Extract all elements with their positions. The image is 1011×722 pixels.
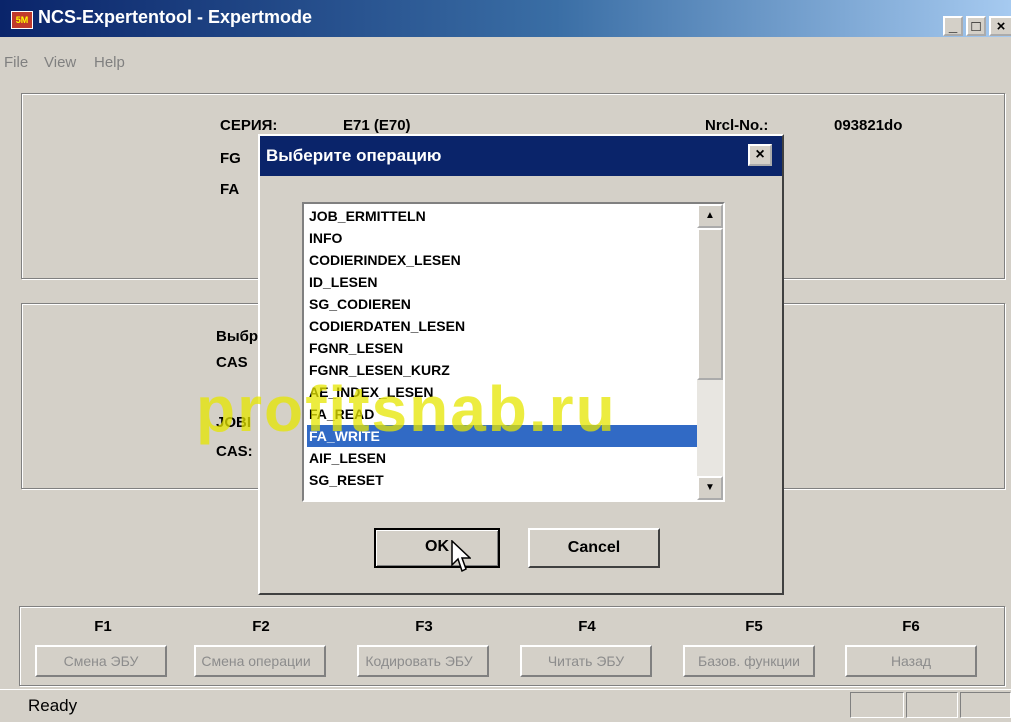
title-bar[interactable]: 5M NCS-Expertentool - Expertmode bbox=[0, 0, 1011, 37]
cas-value-label: CAS: bbox=[216, 443, 253, 460]
list-item[interactable]: INFO bbox=[307, 227, 697, 249]
series-value: E71 (E70) bbox=[343, 117, 411, 134]
f3-label: F3 bbox=[415, 618, 433, 635]
list-item[interactable]: FGNR_LESEN bbox=[307, 337, 697, 359]
minimize-button[interactable]: _ bbox=[943, 16, 963, 36]
list-item[interactable]: FGNR_LESEN_KURZ bbox=[307, 359, 697, 381]
change-operation-button[interactable]: Смена операции bbox=[194, 645, 326, 677]
status-panel-1 bbox=[850, 692, 904, 718]
select-operation-dialog: Выберите операцию × JOB_ERMITTELN INFO C… bbox=[258, 134, 784, 595]
read-ecu-button[interactable]: Читать ЭБУ bbox=[520, 645, 652, 677]
mouse-cursor-icon bbox=[451, 540, 471, 573]
ok-button[interactable]: OK bbox=[374, 528, 500, 568]
f1-label: F1 bbox=[94, 618, 112, 635]
list-item[interactable]: CODIERDATEN_LESEN bbox=[307, 315, 697, 337]
dialog-title: Выберите операцию bbox=[266, 146, 442, 165]
scroll-thumb[interactable] bbox=[697, 228, 723, 380]
code-ecu-button[interactable]: Кодировать ЭБУ bbox=[357, 645, 489, 677]
cancel-button[interactable]: Cancel bbox=[528, 528, 660, 568]
dialog-close-button[interactable]: × bbox=[748, 144, 772, 166]
cas-label: CAS bbox=[216, 354, 248, 371]
close-button[interactable]: × bbox=[989, 16, 1011, 36]
status-panel-2 bbox=[906, 692, 958, 718]
change-ecu-button[interactable]: Смена ЭБУ bbox=[35, 645, 167, 677]
status-text: Ready bbox=[28, 696, 78, 715]
app-icon: 5M bbox=[11, 11, 33, 29]
nrcl-value: 093821do bbox=[834, 117, 903, 134]
scroll-up-button[interactable]: ▲ bbox=[697, 204, 723, 228]
list-scrollbar[interactable]: ▲ ▼ bbox=[697, 204, 723, 500]
nrcl-label: Nrcl-No.: bbox=[705, 117, 769, 134]
list-item[interactable]: AIF_LESEN bbox=[307, 447, 697, 469]
list-item[interactable]: SG_RESET bbox=[307, 469, 697, 491]
window-title: NCS-Expertentool - Expertmode bbox=[38, 7, 313, 27]
dialog-title-bar[interactable]: Выберите операцию × bbox=[260, 136, 782, 176]
menu-help[interactable]: Help bbox=[94, 54, 125, 71]
list-item[interactable]: CODIERINDEX_LESEN bbox=[307, 249, 697, 271]
job-label: JOBI bbox=[216, 414, 252, 431]
series-label: СЕРИЯ: bbox=[220, 117, 278, 134]
list-item[interactable]: FA_READ bbox=[307, 403, 697, 425]
list-item-selected[interactable]: FA_WRITE bbox=[307, 425, 697, 447]
select-label: Выбр bbox=[216, 328, 259, 345]
f2-label: F2 bbox=[252, 618, 270, 635]
maximize-button[interactable]: □ bbox=[966, 16, 986, 36]
back-button[interactable]: Назад bbox=[845, 645, 977, 677]
status-panel-3 bbox=[960, 692, 1011, 718]
operation-list[interactable]: JOB_ERMITTELN INFO CODIERINDEX_LESEN ID_… bbox=[302, 202, 725, 502]
list-item[interactable]: JOB_ERMITTELN bbox=[307, 205, 697, 227]
f5-label: F5 bbox=[745, 618, 763, 635]
scroll-down-button[interactable]: ▼ bbox=[697, 476, 723, 500]
fg-label: FG bbox=[220, 150, 241, 167]
list-item[interactable]: SG_CODIEREN bbox=[307, 293, 697, 315]
menu-file[interactable]: File bbox=[4, 54, 28, 71]
list-item[interactable]: ID_LESEN bbox=[307, 271, 697, 293]
f4-label: F4 bbox=[578, 618, 596, 635]
fa-label: FA bbox=[220, 181, 240, 198]
f6-label: F6 bbox=[902, 618, 920, 635]
menu-view[interactable]: View bbox=[44, 54, 76, 71]
list-item[interactable]: AE_INDEX_LESEN bbox=[307, 381, 697, 403]
basic-functions-button[interactable]: Базов. функции bbox=[683, 645, 815, 677]
